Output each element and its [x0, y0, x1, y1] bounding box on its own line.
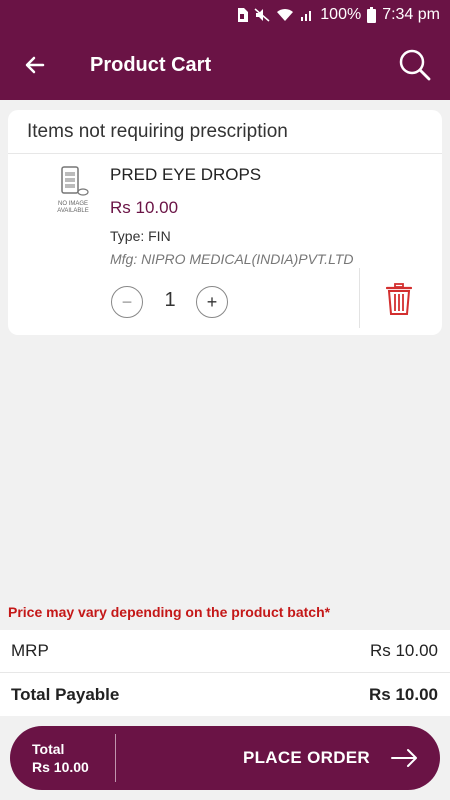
section-title: Items not requiring prescription: [8, 110, 442, 154]
mrp-value: Rs 10.00: [369, 641, 438, 660]
total-payable-label: Total Payable: [11, 684, 120, 704]
mrp-row: MRP Rs 10.00: [0, 630, 450, 673]
price-variation-notice: Price may vary depending on the product …: [8, 604, 331, 620]
product-price: Rs 10.00: [110, 198, 179, 217]
wifi-icon: [277, 8, 294, 21]
status-time: 7:34 pm: [382, 6, 440, 23]
product-image: NO IMAGE AVAILABLE: [48, 165, 98, 225]
quantity-value: 1: [164, 289, 176, 311]
cart-card: Items not requiring prescription NO IMAG…: [8, 110, 442, 335]
total-payable-row: Total Payable Rs 10.00: [0, 673, 450, 716]
place-order-button[interactable]: Total Rs 10.00 PLACE ORDER: [10, 726, 440, 790]
mute-icon: [254, 8, 270, 22]
battery-icon: [367, 7, 377, 23]
app-bar: Product Cart: [0, 30, 450, 100]
pills-bottle-icon: [61, 166, 89, 196]
order-total: Total Rs 10.00: [10, 740, 115, 776]
status-bar: 100% 7:34 pm: [0, 0, 450, 30]
trash-icon: [386, 283, 412, 315]
battery-percent: 100%: [320, 6, 362, 23]
sim-icon: [238, 8, 249, 22]
page-title: Product Cart: [90, 53, 212, 76]
product-type: Type: FIN: [110, 228, 171, 244]
product-name: PRED EYE DROPS: [110, 165, 262, 184]
product-manufacturer: Mfg: NIPRO MEDICAL(INDIA)PVT.LTD: [110, 251, 354, 267]
order-total-value: Rs 10.00: [32, 759, 89, 775]
quantity-increase-button[interactable]: +: [196, 286, 228, 318]
total-payable-value: Rs 10.00: [369, 684, 438, 704]
order-total-label: Total: [32, 741, 65, 757]
arrow-right-icon: [390, 748, 440, 768]
status-icons: [236, 8, 314, 22]
search-icon: [399, 49, 431, 81]
order-divider: [115, 734, 116, 782]
quantity-decrease-button[interactable]: −: [111, 286, 143, 318]
price-summary: MRP Rs 10.00 Total Payable Rs 10.00: [0, 630, 450, 716]
delete-item-button[interactable]: [384, 282, 414, 316]
mrp-label: MRP: [11, 641, 49, 660]
back-arrow-icon: [25, 56, 45, 74]
search-button[interactable]: [380, 30, 450, 100]
vertical-divider: [359, 268, 360, 328]
no-image-label: NO IMAGE AVAILABLE: [57, 201, 89, 214]
back-button[interactable]: [0, 30, 70, 100]
place-order-label: PLACE ORDER: [242, 748, 370, 767]
signal-icon: [301, 11, 312, 21]
